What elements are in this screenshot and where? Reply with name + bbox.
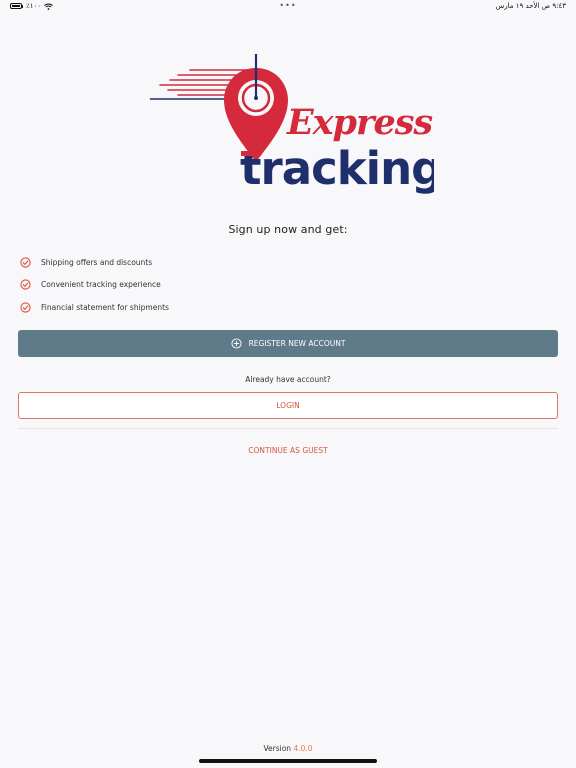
benefit-item: Shipping offers and discounts xyxy=(20,251,169,274)
status-datetime: ٩:٤٣ ص الأحد ١٩ مارس xyxy=(495,2,566,10)
check-circle-icon xyxy=(20,257,31,268)
continue-as-guest-button[interactable]: CONTINUE AS GUEST xyxy=(0,446,576,455)
status-left: ٪١٠٠ xyxy=(10,2,53,10)
logo-word-express: Express xyxy=(286,102,432,143)
login-button-label: LOGIN xyxy=(276,401,300,410)
version-number: 4.0.0 xyxy=(293,744,313,753)
multitasking-dots[interactable]: ••• xyxy=(279,1,296,10)
wifi-icon xyxy=(44,3,53,10)
check-circle-icon xyxy=(20,279,31,290)
logo-word-tracking: tracking xyxy=(240,142,434,194)
benefit-item: Financial statement for shipments xyxy=(20,296,169,319)
signup-headline: Sign up now and get: xyxy=(228,223,348,236)
register-button-label: REGISTER NEW ACCOUNT xyxy=(248,339,346,348)
benefits-list: Shipping offers and discounts Convenient… xyxy=(20,251,169,319)
already-have-account-text: Already have account? xyxy=(245,375,331,384)
home-indicator[interactable] xyxy=(199,759,377,763)
login-button[interactable]: LOGIN xyxy=(18,392,558,419)
version-label: Version xyxy=(263,744,292,753)
register-new-account-button[interactable]: REGISTER NEW ACCOUNT xyxy=(18,330,558,357)
plus-circle-icon xyxy=(231,338,242,349)
battery-percentage: ٪١٠٠ xyxy=(26,2,42,10)
divider xyxy=(18,428,558,429)
battery-icon xyxy=(10,3,22,9)
check-circle-icon xyxy=(20,302,31,313)
version-info: Version 4.0.0 xyxy=(0,744,576,753)
benefit-label: Financial statement for shipments xyxy=(41,302,169,312)
benefit-label: Convenient tracking experience xyxy=(41,280,161,290)
screen: ٪١٠٠ ••• ٩:٤٣ ص الأحد ١٩ مارس tracking E… xyxy=(0,0,576,768)
benefit-label: Shipping offers and discounts xyxy=(41,257,153,267)
benefit-item: Convenient tracking experience xyxy=(20,274,169,297)
express-tracking-logo: tracking Express xyxy=(150,54,434,194)
status-bar: ٪١٠٠ ••• ٩:٤٣ ص الأحد ١٩ مارس xyxy=(0,0,576,14)
